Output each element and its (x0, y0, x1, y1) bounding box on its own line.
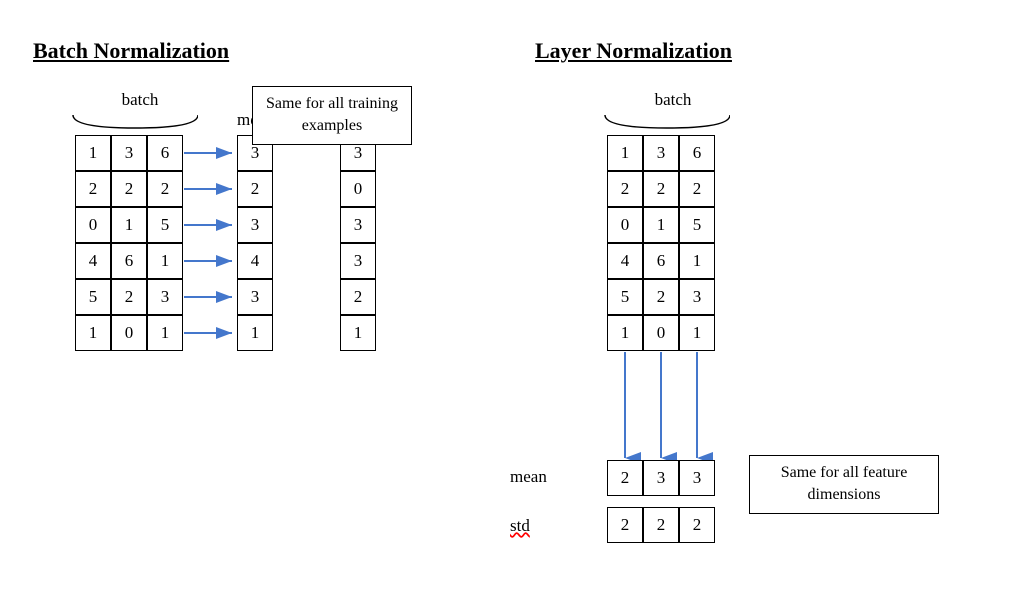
std-cell: 0 (340, 171, 376, 207)
grid-cell: 0 (607, 207, 643, 243)
grid-cell: 2 (75, 171, 111, 207)
grid-cell: 1 (147, 243, 183, 279)
grid-cell: 1 (643, 207, 679, 243)
batch-norm-grid: 136222015461523101 (75, 135, 183, 351)
std-cell: 3 (340, 207, 376, 243)
mean-cell: 3 (237, 279, 273, 315)
grid-cell: 1 (679, 315, 715, 351)
layer-norm-grid: 136222015461523101 (607, 135, 715, 351)
batch-brace-svg (68, 110, 198, 135)
grid-cell: 0 (75, 207, 111, 243)
grid-cell: 1 (75, 315, 111, 351)
grid-cell: 1 (679, 243, 715, 279)
grid-cell: 1 (607, 315, 643, 351)
grid-cell: 0 (643, 315, 679, 351)
grid-cell: 2 (111, 171, 147, 207)
grid-cell: 2 (147, 171, 183, 207)
std-cell: 2 (679, 507, 715, 543)
layer-norm-std-row: 222 (607, 507, 715, 543)
grid-cell: 2 (643, 279, 679, 315)
grid-cell: 5 (75, 279, 111, 315)
grid-cell: 3 (147, 279, 183, 315)
grid-cell: 5 (607, 279, 643, 315)
mean-cell: 2 (607, 460, 643, 496)
grid-cell: 4 (75, 243, 111, 279)
std-cell: 2 (607, 507, 643, 543)
mean-cell: 1 (237, 315, 273, 351)
layer-brace-svg (600, 110, 730, 135)
grid-cell: 3 (643, 135, 679, 171)
mean-cell: 2 (237, 171, 273, 207)
grid-cell: 6 (679, 135, 715, 171)
layer-norm-title: Layer Normalization (535, 38, 732, 64)
batch-norm-batch-label: batch (85, 90, 195, 110)
grid-cell: 4 (607, 243, 643, 279)
grid-cell: 1 (147, 315, 183, 351)
std-cell: 1 (340, 315, 376, 351)
grid-cell: 5 (147, 207, 183, 243)
batch-norm-mean-col: 323431 (237, 135, 273, 351)
grid-cell: 1 (75, 135, 111, 171)
batch-norm-std-col: 303321 (340, 135, 376, 351)
grid-cell: 6 (147, 135, 183, 171)
std-cell: 2 (340, 279, 376, 315)
layer-norm-std-label: std (510, 516, 530, 536)
grid-cell: 2 (679, 171, 715, 207)
mean-cell: 4 (237, 243, 273, 279)
mean-cell: 3 (237, 207, 273, 243)
batch-norm-title: Batch Normalization (33, 38, 229, 64)
batch-norm-info-box: Same for all training examples (252, 86, 412, 145)
grid-cell: 1 (607, 135, 643, 171)
layer-norm-mean-label: mean (510, 467, 547, 487)
std-cell: 2 (643, 507, 679, 543)
layer-norm-mean-row: 233 (607, 460, 715, 496)
grid-cell: 1 (111, 207, 147, 243)
grid-cell: 3 (111, 135, 147, 171)
grid-cell: 6 (111, 243, 147, 279)
mean-cell: 3 (679, 460, 715, 496)
grid-cell: 5 (679, 207, 715, 243)
layer-norm-batch-label: batch (618, 90, 728, 110)
mean-cell: 3 (643, 460, 679, 496)
grid-cell: 3 (679, 279, 715, 315)
grid-cell: 2 (643, 171, 679, 207)
grid-cell: 2 (111, 279, 147, 315)
grid-cell: 2 (607, 171, 643, 207)
layer-norm-info-box: Same for all feature dimensions (749, 455, 939, 514)
std-cell: 3 (340, 243, 376, 279)
grid-cell: 0 (111, 315, 147, 351)
grid-cell: 6 (643, 243, 679, 279)
